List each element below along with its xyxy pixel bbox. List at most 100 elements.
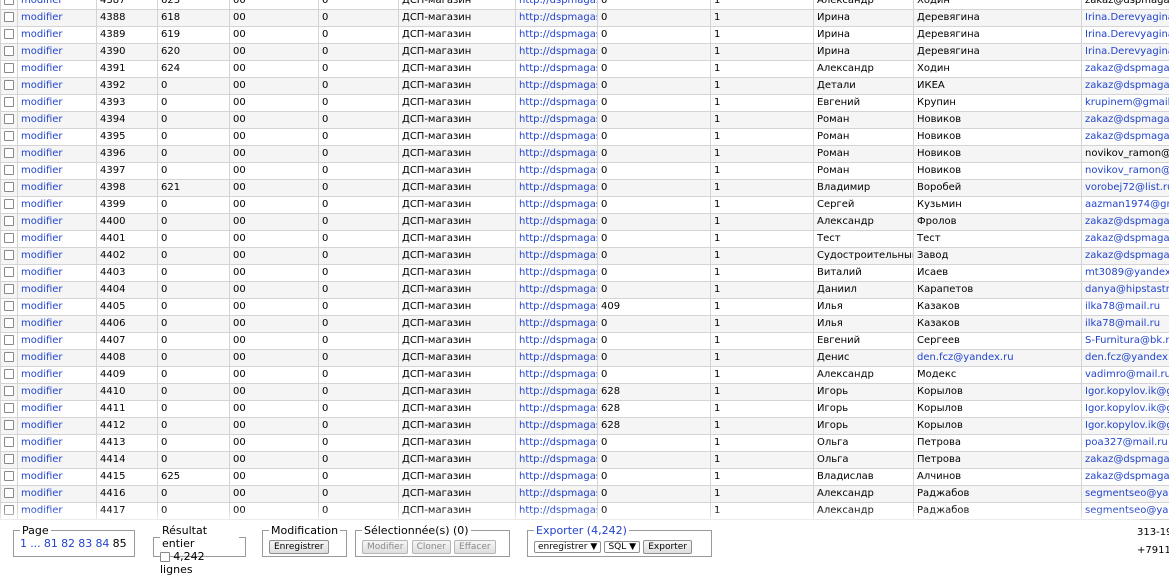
cell-site-url[interactable]: http://dspmagasin.ru/: [516, 435, 598, 452]
cell-site-url[interactable]: http://dspmagasin.ru/: [516, 452, 598, 469]
cell-email[interactable]: zakaz@dspmagasin.ru: [1082, 0, 1169, 10]
cell-email[interactable]: zakaz@dspmagasin.ru: [1082, 452, 1169, 469]
cell-site-url[interactable]: http://dspmagasin.ru/: [516, 333, 598, 350]
cell-site-url[interactable]: http://dspmagasin.ru/: [516, 146, 598, 163]
modify-row-link[interactable]: modifier: [21, 182, 63, 193]
modify-row-link[interactable]: modifier: [21, 369, 63, 380]
modify-row-link[interactable]: modifier: [21, 29, 63, 40]
cell-email[interactable]: poa327@mail.ru: [1082, 435, 1169, 452]
cell-site-url[interactable]: http://dspmagasin.ru/: [516, 197, 598, 214]
row-checkbox[interactable]: [4, 267, 14, 277]
save-button[interactable]: Enregistrer: [269, 540, 329, 554]
row-checkbox[interactable]: [4, 63, 14, 73]
row-checkbox[interactable]: [4, 97, 14, 107]
export-button[interactable]: Exporter: [643, 540, 692, 554]
cell-email[interactable]: Igor.kopylov.ik@gmail.com: [1082, 401, 1169, 418]
cell-email[interactable]: segmentseo@yandex.ru: [1082, 486, 1169, 503]
cell-site-url[interactable]: http://dspmagasin.ru/: [516, 231, 598, 248]
modify-row-link[interactable]: modifier: [21, 284, 63, 295]
cell-site-url[interactable]: http://dspmagasin.ru/: [516, 27, 598, 44]
row-checkbox[interactable]: [4, 131, 14, 141]
cell-email[interactable]: novikov_ramon@mail.ru: [1082, 146, 1169, 163]
row-checkbox[interactable]: [4, 165, 14, 175]
row-checkbox[interactable]: [4, 250, 14, 260]
modify-row-link[interactable]: modifier: [21, 318, 63, 329]
cell-site-url[interactable]: http://dspmagasin.ru/: [516, 214, 598, 231]
row-checkbox[interactable]: [4, 233, 14, 243]
cell-email[interactable]: Irina.Derevyagina@tpv-tech.com: [1082, 10, 1169, 27]
row-checkbox[interactable]: [4, 114, 14, 124]
row-checkbox[interactable]: [4, 199, 14, 209]
cell-site-url[interactable]: http://dspmagasin.ru/: [516, 282, 598, 299]
row-checkbox[interactable]: [4, 80, 14, 90]
export-legend[interactable]: Exporter (4,242): [534, 524, 629, 537]
modify-row-link[interactable]: modifier: [21, 335, 63, 346]
cell-email[interactable]: danya@hipstastroy.ru: [1082, 282, 1169, 299]
cell-site-url[interactable]: http://dspmagasin.ru/: [516, 163, 598, 180]
modify-row-link[interactable]: modifier: [21, 437, 63, 448]
cell-site-url[interactable]: http://dspmagasin.ru/: [516, 418, 598, 435]
cell-site-url[interactable]: http://dspmagasin.ru/: [516, 384, 598, 401]
export-format-select[interactable]: SQL ▼: [604, 541, 640, 553]
cell-site-url[interactable]: http://dspmagasin.ru/: [516, 44, 598, 61]
page-link-first[interactable]: 1: [20, 537, 27, 550]
modify-row-link[interactable]: modifier: [21, 471, 63, 482]
clone-selected-button[interactable]: Cloner: [412, 540, 451, 554]
cell-email[interactable]: ilka78@mail.ru: [1082, 299, 1169, 316]
modify-row-link[interactable]: modifier: [21, 131, 63, 142]
cell-site-url[interactable]: http://dspmagasin.ru/: [516, 78, 598, 95]
row-checkbox[interactable]: [4, 437, 14, 447]
cell-site-url[interactable]: http://dspmagasin.ru/: [516, 61, 598, 78]
modify-selected-button[interactable]: Modifier: [362, 540, 408, 554]
cell-site-url[interactable]: http://dspmagasin.ru/: [516, 180, 598, 197]
row-checkbox[interactable]: [4, 352, 14, 362]
cell-site-url[interactable]: http://dspmagasin.ru/: [516, 299, 598, 316]
cell-email[interactable]: zakaz@dspmagasin.ru: [1082, 469, 1169, 486]
cell-email[interactable]: zakaz@dspmagasin.ru: [1082, 78, 1169, 95]
row-checkbox[interactable]: [4, 29, 14, 39]
cell-email[interactable]: vorobej72@list.ru: [1082, 180, 1169, 197]
row-checkbox[interactable]: [4, 454, 14, 464]
row-checkbox[interactable]: [4, 403, 14, 413]
cell-email[interactable]: Irina.Derevyagina@tpv-tech.com: [1082, 44, 1169, 61]
row-checkbox[interactable]: [4, 284, 14, 294]
modify-row-link[interactable]: modifier: [21, 352, 63, 363]
cell-email[interactable]: ilka78@mail.ru: [1082, 316, 1169, 333]
cell-email[interactable]: Igor.kopylov.ik@gmail.com: [1082, 384, 1169, 401]
delete-selected-button[interactable]: Effacer: [454, 540, 496, 554]
cell-site-url[interactable]: http://dspmagasin.ru/: [516, 367, 598, 384]
cell-email[interactable]: zakaz@dspmagasin.ru: [1082, 129, 1169, 146]
row-checkbox[interactable]: [4, 12, 14, 22]
modify-row-link[interactable]: modifier: [21, 386, 63, 397]
cell-site-url[interactable]: http://dspmagasin.ru/: [516, 316, 598, 333]
modify-row-link[interactable]: modifier: [21, 12, 63, 23]
modify-row-link[interactable]: modifier: [21, 97, 63, 108]
row-checkbox[interactable]: [4, 386, 14, 396]
full-result-checkbox[interactable]: [160, 552, 170, 562]
modify-row-link[interactable]: modifier: [21, 148, 63, 159]
cell-site-url[interactable]: http://dspmagasin.ru/: [516, 401, 598, 418]
cell-site-url[interactable]: http://dspmagasin.ru/: [516, 0, 598, 10]
cell-site-url[interactable]: http://dspmagasin.ru/: [516, 486, 598, 503]
modify-row-link[interactable]: modifier: [21, 267, 63, 278]
cell-site-url[interactable]: http://dspmagasin.ru/: [516, 248, 598, 265]
page-link-82[interactable]: 82: [61, 537, 75, 550]
export-mode-select[interactable]: enregistrer ▼: [534, 541, 601, 553]
cell-email[interactable]: vadimro@mail.ru: [1082, 367, 1169, 384]
cell-site-url[interactable]: http://dspmagasin.ru/: [516, 350, 598, 367]
modify-row-link[interactable]: modifier: [21, 216, 63, 227]
row-checkbox[interactable]: [4, 488, 14, 498]
cell-email[interactable]: mt3089@yandex.ru: [1082, 265, 1169, 282]
cell-site-url[interactable]: http://dspmagasin.ru/: [516, 265, 598, 282]
row-checkbox[interactable]: [4, 182, 14, 192]
cell-site-url[interactable]: http://dspmagasin.ru/: [516, 129, 598, 146]
row-checkbox[interactable]: [4, 46, 14, 56]
cell-site-url[interactable]: http://dspmagasin.ru/: [516, 10, 598, 27]
modify-row-link[interactable]: modifier: [21, 199, 63, 210]
cell-email[interactable]: Irina.Derevyagina@tpv-tech.com: [1082, 27, 1169, 44]
cell-email[interactable]: zakaz@dspmagasin.ru: [1082, 248, 1169, 265]
modify-row-link[interactable]: modifier: [21, 301, 63, 312]
row-checkbox[interactable]: [4, 369, 14, 379]
cell-email[interactable]: Igor.kopylov.ik@gmail.com: [1082, 418, 1169, 435]
cell-email[interactable]: zakaz@dspmagasin.ru: [1082, 214, 1169, 231]
